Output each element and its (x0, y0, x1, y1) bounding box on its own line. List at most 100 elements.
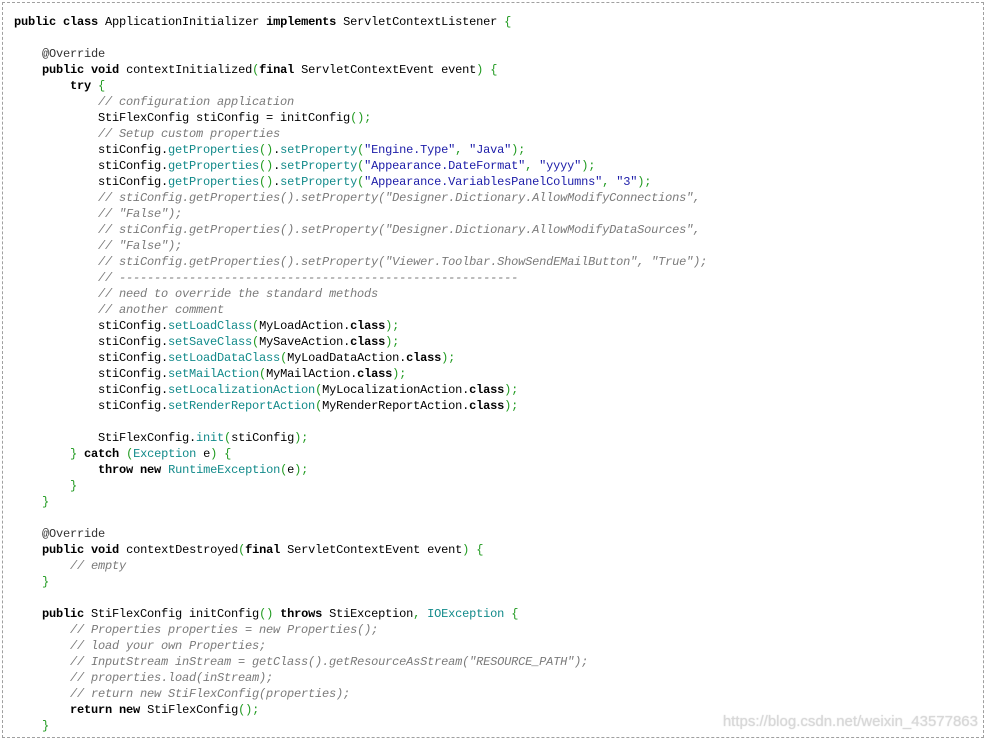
punctuation: { (98, 79, 106, 93)
keyword: class (357, 367, 393, 381)
code-line: // stiConfig.getProperties().setProperty… (14, 254, 707, 270)
keyword: class (350, 335, 386, 349)
keyword: public (14, 15, 57, 29)
code-line: stiConfig.getProperties().setProperty("A… (14, 174, 707, 190)
punctuation: } (42, 719, 50, 733)
code-line: // -------------------------------------… (14, 270, 707, 286)
keyword: new (140, 463, 162, 477)
code-text: stiConfig. (14, 351, 169, 365)
code-line: } catch (Exception e) { (14, 446, 707, 462)
code-line: stiConfig.setMailAction(MyMailAction.cla… (14, 366, 707, 382)
punctuation: ); (511, 143, 526, 157)
punctuation: ); (441, 351, 456, 365)
punctuation: ); (504, 383, 519, 397)
punctuation: { (224, 447, 232, 461)
code-line: return new StiFlexConfig(); (14, 702, 707, 718)
string-literal: "Java" (469, 143, 512, 157)
method-name: setProperty (280, 159, 358, 173)
punctuation: { (490, 63, 498, 77)
code-line: stiConfig.getProperties().setProperty("A… (14, 158, 707, 174)
punctuation: ( (252, 319, 260, 333)
code-line: // Setup custom properties (14, 126, 707, 142)
keyword: class (469, 399, 505, 413)
code-line: // InputStream inStream = getClass().get… (14, 654, 707, 670)
punctuation: ( (252, 335, 260, 349)
type-name: Exception (133, 447, 197, 461)
punctuation: ); (385, 335, 400, 349)
punctuation: { (476, 543, 484, 557)
keyword: public (42, 607, 85, 621)
comment: // load your own Properties; (70, 639, 267, 653)
comment: // "False"); (98, 207, 183, 221)
keyword: catch (84, 447, 120, 461)
code-line: public class ApplicationInitializer impl… (14, 14, 707, 30)
code-text: StiFlexConfig (140, 703, 239, 717)
code-line: stiConfig.getProperties().setProperty("E… (14, 142, 707, 158)
punctuation: () (259, 159, 274, 173)
code-line: // Properties properties = new Propertie… (14, 622, 707, 638)
code-line: // return new StiFlexConfig(properties); (14, 686, 707, 702)
keyword: throws (280, 607, 323, 621)
keyword: class (63, 15, 99, 29)
code-line: stiConfig.setLoadDataClass(MyLoadDataAct… (14, 350, 707, 366)
method-name: setLoadDataClass (168, 351, 281, 365)
code-line: stiConfig.setSaveClass(MySaveAction.clas… (14, 334, 707, 350)
code-line: // empty (14, 558, 707, 574)
keyword: void (91, 543, 120, 557)
code-text: StiException (322, 607, 414, 621)
keyword: new (119, 703, 141, 717)
punctuation: } (42, 575, 50, 589)
code-line: public void contextInitialized(final Ser… (14, 62, 707, 78)
code-text: stiConfig. (14, 335, 169, 349)
comment: // another comment (98, 303, 225, 317)
code-text: ServletContextEvent event (294, 63, 477, 77)
code-text: MyMailAction. (266, 367, 358, 381)
punctuation: () (259, 175, 274, 189)
keyword: throw (98, 463, 134, 477)
code-line: // stiConfig.getProperties().setProperty… (14, 190, 707, 206)
code-text: ServletContextEvent event (280, 543, 463, 557)
comment: // Setup custom properties (98, 127, 281, 141)
punctuation: { (504, 15, 512, 29)
code-line: StiFlexConfig stiConfig = initConfig(); (14, 110, 707, 126)
code-text: MyLoadDataAction. (287, 351, 407, 365)
code-line: // "False"); (14, 206, 707, 222)
code-text: stiConfig. (14, 319, 169, 333)
code-text: MySaveAction. (259, 335, 351, 349)
string-literal: "Appearance.VariablesPanelColumns" (364, 175, 603, 189)
annotation: @Override (42, 527, 106, 541)
punctuation: (); (238, 703, 260, 717)
punctuation: ); (581, 159, 596, 173)
code-text: ApplicationInitializer (98, 15, 267, 29)
comment: // stiConfig.getProperties().setProperty… (98, 255, 708, 269)
code-line: throw new RuntimeException(e); (14, 462, 707, 478)
code-text: StiFlexConfig stiConfig = initConfig (14, 111, 351, 125)
comment: // empty (70, 559, 127, 573)
code-line: // need to override the standard methods (14, 286, 707, 302)
code-text: MyLoadAction. (259, 319, 351, 333)
code-text: stiConfig (231, 431, 295, 445)
method-name: getProperties (168, 143, 260, 157)
code-text: contextInitialized (119, 63, 253, 77)
code-text: stiConfig. (14, 143, 169, 157)
